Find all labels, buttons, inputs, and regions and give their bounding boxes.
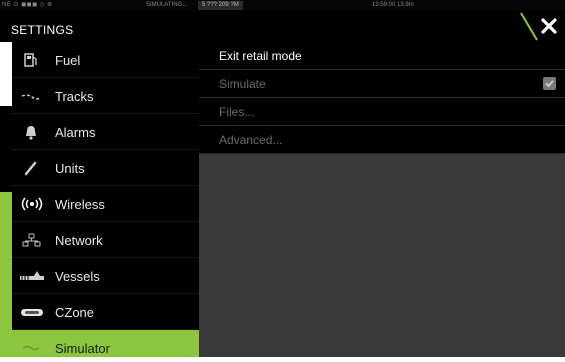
sidebar-item-alarms[interactable]: Alarms xyxy=(12,114,199,150)
sidebar-item-tracks[interactable]: Tracks xyxy=(12,78,199,114)
sidebar-item-wireless[interactable]: Wireless xyxy=(12,186,199,222)
status-bar: NE ⊙ ◼◼◼ ◇ ⊛ SIMULATING... 5 ??? 209 ?M … xyxy=(0,0,565,11)
sidebar-item-czone[interactable]: CZone xyxy=(12,294,199,330)
bell-icon xyxy=(20,123,42,141)
sidebar-item-vessels[interactable]: Vessels xyxy=(12,258,199,294)
sidebar-item-label: Vessels xyxy=(55,269,100,284)
advanced-item[interactable]: Advanced... xyxy=(199,126,565,154)
simulate-item[interactable]: Simulate xyxy=(199,70,565,98)
simulate-checkbox[interactable] xyxy=(543,77,556,90)
checkmark-icon xyxy=(545,80,554,88)
sidebar-item-label: Network xyxy=(55,233,103,248)
position-readout: 5 ??? 209 ?M xyxy=(198,1,243,10)
ruler-icon xyxy=(20,159,42,177)
sidebar-item-units[interactable]: Units xyxy=(12,150,199,186)
accent-stripe xyxy=(0,192,12,357)
simulator-icon xyxy=(20,339,42,357)
sidebar-item-label: Alarms xyxy=(55,125,96,140)
sidebar-item-label: Simulator xyxy=(55,341,110,356)
menu-item-label: Files... xyxy=(219,105,255,119)
sidebar-item-simulator[interactable]: Simulator xyxy=(12,330,199,357)
close-x-icon xyxy=(520,12,557,41)
close-button[interactable] xyxy=(519,11,565,42)
page-title: SETTINGS xyxy=(11,23,74,37)
files-item[interactable]: Files... xyxy=(199,98,565,126)
vessels-icon xyxy=(20,267,44,285)
time-readout: 13:59:00 13.9m xyxy=(372,2,414,8)
sidebar-item-label: Units xyxy=(55,161,85,176)
sidebar-item-fuel[interactable]: Fuel xyxy=(12,42,199,78)
sidebar-item-label: Wireless xyxy=(55,197,105,212)
sidebar-notch xyxy=(0,42,12,106)
exit-retail-mode-item[interactable]: Exit retail mode xyxy=(199,42,565,70)
sidebar-item-label: Tracks xyxy=(55,89,94,104)
menu-item-label: Exit retail mode xyxy=(219,49,302,63)
sidebar-item-label: CZone xyxy=(55,305,95,320)
sidebar-item-label: Fuel xyxy=(55,53,81,68)
menu-item-label: Simulate xyxy=(219,77,266,91)
simulating-status: SIMULATING... xyxy=(146,2,188,8)
simulator-menu: Exit retail mode Simulate Files... Advan… xyxy=(199,42,565,154)
wireless-icon xyxy=(20,195,43,213)
settings-content: Exit retail mode Simulate Files... Advan… xyxy=(199,42,565,357)
fuel-icon xyxy=(20,51,42,69)
tracks-icon xyxy=(20,87,42,105)
network-icon xyxy=(20,231,42,249)
settings-sidebar: Fuel Tracks Alarms Units Wireless Networ… xyxy=(0,42,199,357)
header: SETTINGS xyxy=(0,11,565,42)
czone-icon xyxy=(20,303,43,321)
sidebar-item-network[interactable]: Network xyxy=(12,222,199,258)
status-icons: NE ⊙ ◼◼◼ ◇ ⊛ xyxy=(2,2,53,8)
menu-item-label: Advanced... xyxy=(219,133,283,147)
